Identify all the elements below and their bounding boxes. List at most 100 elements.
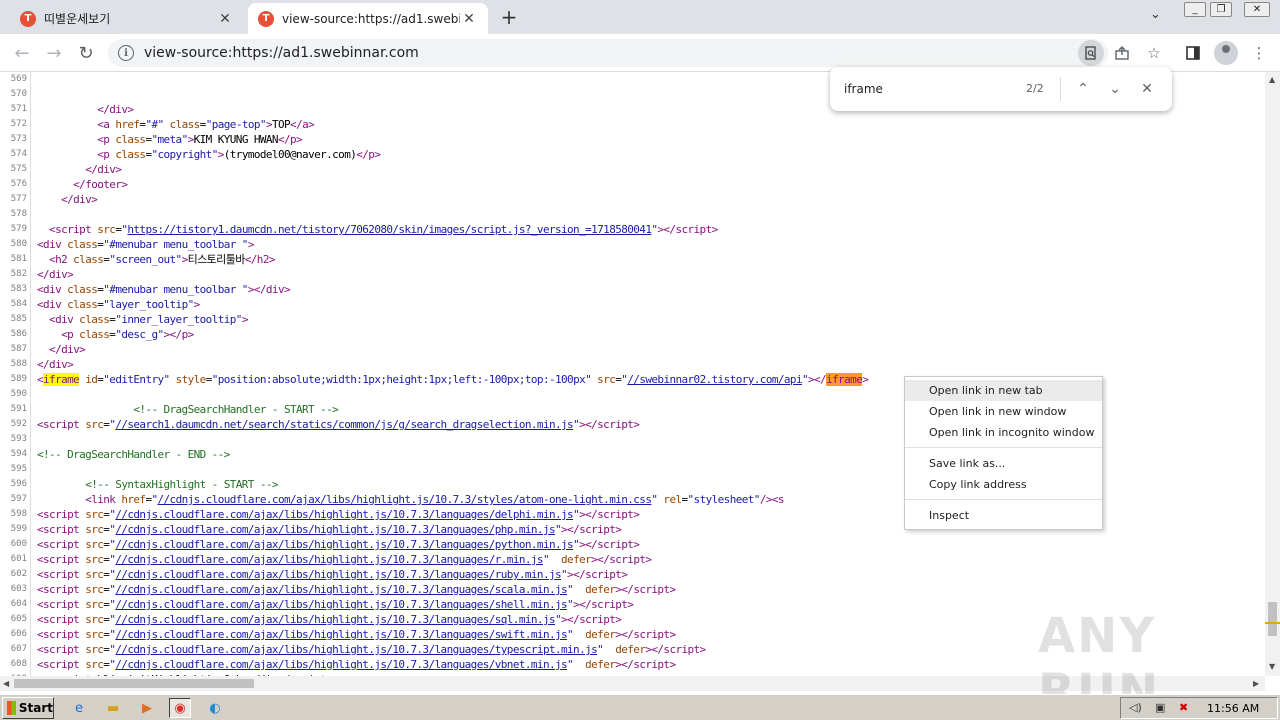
context-menu-item[interactable]: Save link as... [905, 453, 1102, 474]
close-window-button[interactable]: ✕ [1244, 2, 1270, 17]
close-icon[interactable]: ✕ [216, 10, 234, 28]
line-number: 597 [10, 494, 27, 504]
source-code[interactable]: </div> [37, 102, 134, 117]
close-icon[interactable]: ✕ [1136, 78, 1158, 100]
find-input[interactable] [844, 79, 1004, 99]
maximize-button[interactable]: ❐ [1210, 2, 1232, 17]
source-code[interactable]: <p class="copyright">(trymodel00@naver.c… [37, 147, 381, 162]
source-code[interactable]: <script src="https://tistory1.daumcdn.ne… [37, 222, 718, 237]
side-panel-icon[interactable] [1182, 42, 1204, 64]
source-code[interactable]: </div> [37, 192, 98, 207]
source-code[interactable]: <script src="//cdnjs.cloudflare.com/ajax… [37, 567, 628, 582]
source-code[interactable]: </div> [37, 267, 74, 282]
find-match-count: 2/2 [1026, 82, 1044, 95]
line-number: 608 [10, 659, 27, 669]
source-code[interactable]: <div class="#menubar menu_toolbar "></di… [37, 282, 291, 297]
new-tab-button[interactable]: + [498, 5, 520, 29]
source-code[interactable]: <p class="desc_g"></p> [37, 327, 194, 342]
line-number: 601 [10, 554, 27, 564]
address-bar[interactable]: i view-source:https://ad1.swebinnar.com [108, 39, 1108, 67]
tab-view-source[interactable]: T view-source:https://ad1.swebinnar. ✕ [248, 3, 488, 34]
source-code[interactable]: <!-- SyntaxHighlight - START --> [37, 477, 278, 492]
source-line: 574 <p class="copyright">(trymodel00@nav… [0, 147, 1265, 162]
volume-icon[interactable]: ◁) [1129, 701, 1142, 714]
source-line: 577 </div> [0, 192, 1265, 207]
profile-avatar[interactable] [1214, 41, 1238, 65]
source-code[interactable]: <!-- DragSearchHandler - START --> [37, 402, 338, 417]
source-code[interactable]: <!-- DragSearchHandler - END --> [37, 447, 230, 462]
tab-title: 띠별운세보기 [44, 12, 111, 26]
line-number: 604 [10, 599, 27, 609]
site-info-icon[interactable]: i [118, 45, 134, 61]
media-player-icon[interactable]: ▶ [136, 698, 158, 718]
source-code[interactable]: <script src="//cdnjs.cloudflare.com/ajax… [37, 522, 622, 537]
source-code[interactable]: <script src="//cdnjs.cloudflare.com/ajax… [37, 642, 706, 657]
back-button[interactable]: ← [11, 42, 33, 64]
source-line: 580 <div class="#menubar menu_toolbar "> [0, 237, 1265, 252]
tab-fortune[interactable]: T 띠별운세보기 ✕ [10, 3, 244, 34]
reload-button[interactable]: ↻ [75, 42, 97, 64]
start-button[interactable]: Start [2, 697, 54, 719]
context-menu-item[interactable]: Inspect [905, 505, 1102, 526]
source-code[interactable]: <script src="//cdnjs.cloudflare.com/ajax… [37, 657, 676, 672]
chrome-icon[interactable]: ◉ [169, 698, 191, 718]
source-code[interactable]: <script src="//cdnjs.cloudflare.com/ajax… [37, 507, 640, 522]
find-in-page-icon[interactable] [1078, 40, 1104, 66]
share-icon[interactable] [1111, 42, 1133, 64]
source-code[interactable]: <script src="//search1.daumcdn.net/searc… [37, 417, 640, 432]
ie-icon[interactable]: e [68, 698, 90, 718]
line-number: 585 [10, 314, 27, 324]
source-code[interactable]: <p class="meta">KIM KYUNG HWAN</p> [37, 132, 302, 147]
context-menu-item[interactable]: Open link in new window [905, 401, 1102, 422]
source-code[interactable]: <h2 class="screen_out">티스토리툴바</h2> [37, 252, 275, 267]
chevron-down-icon[interactable]: ⌄ [1104, 78, 1126, 100]
vertical-scrollbar[interactable]: ▲ ▼ [1265, 72, 1280, 676]
menu-kebab-icon[interactable]: ⋮ [1248, 42, 1270, 64]
network-icon[interactable]: ▣ [1155, 701, 1165, 714]
source-view[interactable]: 569 570 571 </div> 572 <a href="#" class="p… [0, 72, 1265, 676]
edge-icon[interactable]: ◐ [204, 698, 226, 718]
context-menu-item[interactable]: Open link in incognito window [905, 422, 1102, 443]
folder-icon[interactable]: ▬ [102, 698, 124, 718]
source-code[interactable]: <script src="//cdnjs.cloudflare.com/ajax… [37, 612, 622, 627]
context-menu-item[interactable]: Open link in new tab [905, 380, 1102, 401]
source-code[interactable]: </div> [37, 162, 122, 177]
source-line: 588 </div> [0, 357, 1265, 372]
start-label: Start [18, 701, 53, 715]
line-number: 603 [10, 584, 27, 594]
source-code[interactable]: <div class="#menubar menu_toolbar "> [37, 237, 254, 252]
source-code[interactable]: <div class="inner_layer_tooltip"> [37, 312, 248, 327]
system-tray: ◁) ▣ ✖ 11:56 AM [1120, 697, 1278, 719]
horizontal-scroll-thumb[interactable] [14, 679, 254, 688]
chevron-up-icon[interactable]: ⌃ [1072, 78, 1094, 100]
context-menu-item[interactable]: Copy link address [905, 474, 1102, 495]
source-code[interactable]: <script src="//cdnjs.cloudflare.com/ajax… [37, 582, 676, 597]
source-code[interactable]: </div> [37, 357, 74, 372]
scroll-up-icon[interactable]: ▲ [1269, 75, 1275, 84]
line-number: 599 [10, 524, 27, 534]
line-number: 590 [10, 389, 27, 399]
source-code[interactable]: <script src="//cdnjs.cloudflare.com/ajax… [37, 552, 652, 567]
source-code[interactable]: <div class="layer_tooltip"> [37, 297, 200, 312]
source-line: 583 <div class="#menubar menu_toolbar "><… [0, 282, 1265, 297]
line-number: 569 [10, 74, 27, 84]
line-number: 571 [10, 104, 27, 114]
source-code[interactable]: <script src="//cdnjs.cloudflare.com/ajax… [37, 627, 676, 642]
minimize-button[interactable]: _ [1184, 2, 1206, 17]
source-code[interactable]: </div> [37, 342, 86, 357]
url-text[interactable]: view-source:https://ad1.swebinnar.com [144, 45, 419, 61]
close-icon[interactable]: ✕ [460, 10, 478, 28]
source-line: 601 <script src="//cdnjs.cloudflare.com/a… [0, 552, 1265, 567]
tab-search-icon[interactable]: ⌄ [1150, 7, 1161, 22]
source-code[interactable]: <script src="//cdnjs.cloudflare.com/ajax… [37, 597, 634, 612]
scroll-left-icon[interactable]: ◀ [3, 679, 9, 688]
tab-strip: T 띠별운세보기 ✕ T view-source:https://ad1.swe… [0, 0, 1280, 34]
source-code[interactable]: <iframe id="editEntry" style="position:a… [37, 372, 869, 387]
source-code[interactable]: <script src="//cdnjs.cloudflare.com/ajax… [37, 537, 640, 552]
source-code[interactable]: <a href="#" class="page-top">TOP</a> [37, 117, 315, 132]
forward-button[interactable]: → [43, 42, 65, 64]
source-code[interactable]: </footer> [37, 177, 128, 192]
bookmark-star-icon[interactable]: ☆ [1143, 42, 1165, 64]
line-number: 582 [10, 269, 27, 279]
security-warning-icon[interactable]: ✖ [1179, 701, 1188, 714]
